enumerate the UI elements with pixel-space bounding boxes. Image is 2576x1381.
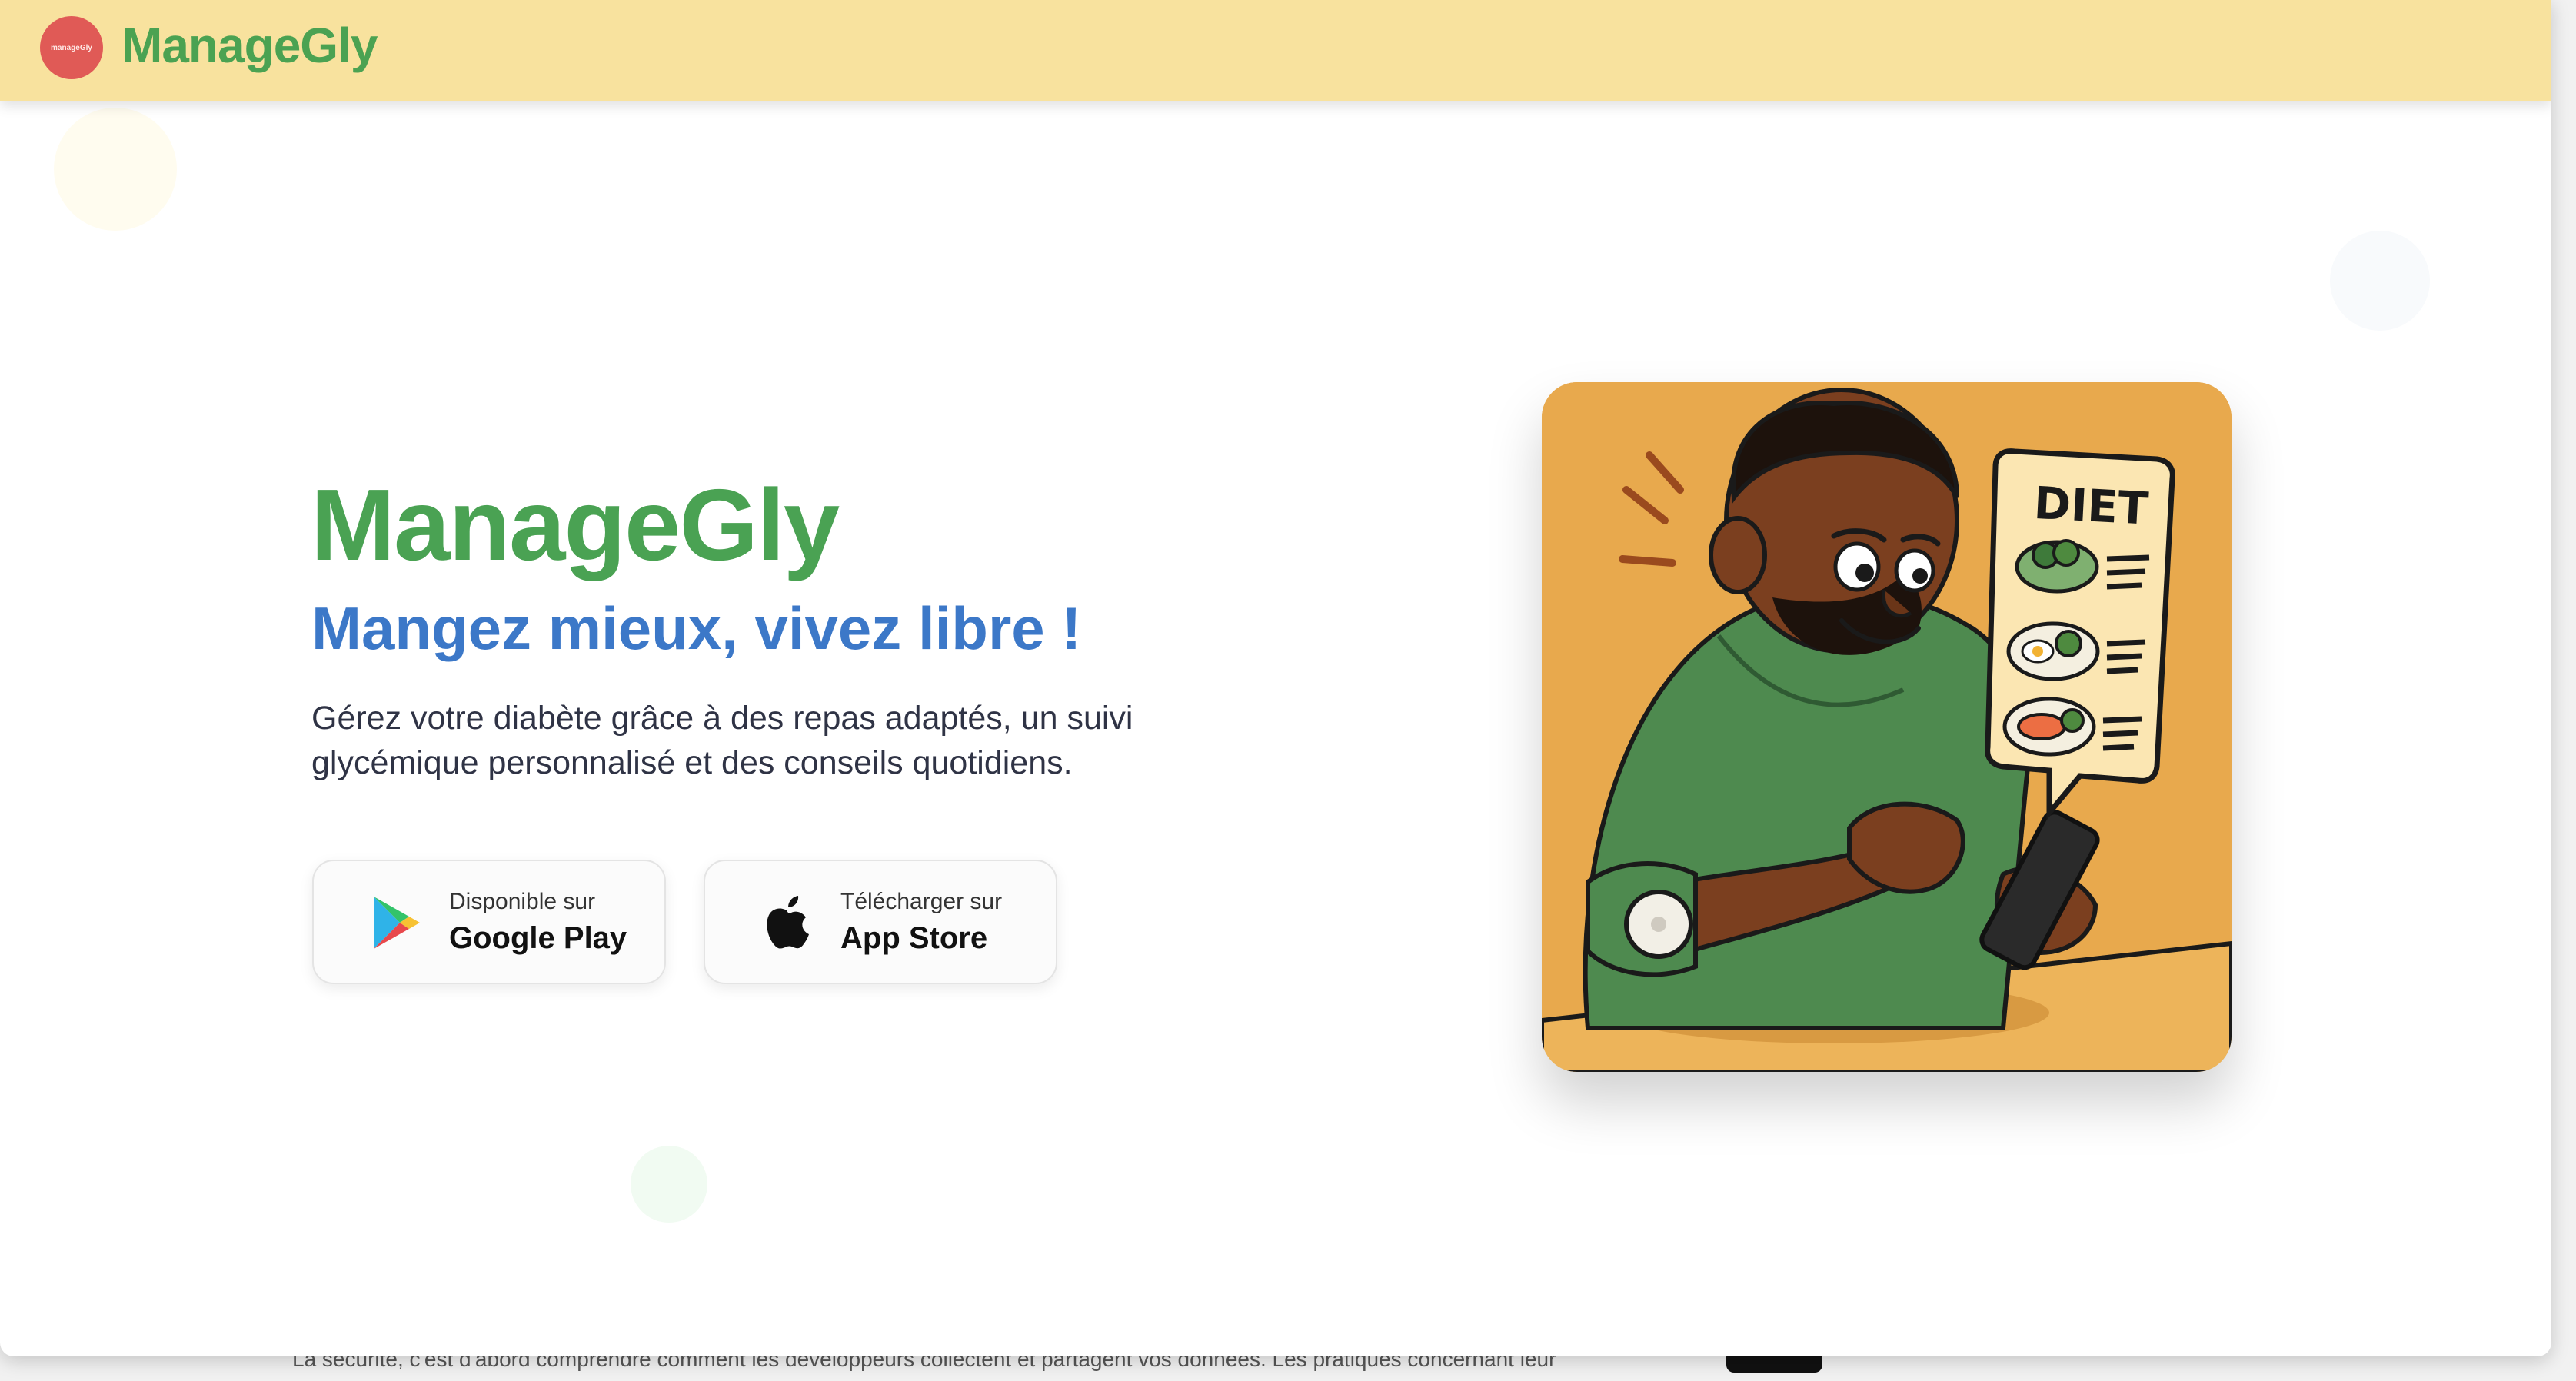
app-store-small-label: Télécharger sur <box>840 889 1003 914</box>
google-play-small-label: Disponible sur <box>449 889 596 914</box>
logo-icon[interactable]: manageGly <box>40 16 103 79</box>
app-store-label: App Store <box>840 921 988 955</box>
top-navbar: manageGly ManageGly <box>0 0 2551 101</box>
decorative-bubble <box>54 108 177 231</box>
man-with-phone-illustration: DIET <box>1542 382 2232 1072</box>
google-play-button[interactable]: Disponible sur Google Play <box>312 860 666 984</box>
hero-title: ManageGly <box>311 468 840 581</box>
hero-description: Gérez votre diabète grâce à des repas ad… <box>311 700 1133 781</box>
hero-illustration: DIET <box>1542 382 2232 1072</box>
decorative-bubble <box>2330 231 2430 331</box>
decorative-bubble <box>631 1146 707 1223</box>
nav-brand-name[interactable]: ManageGly <box>121 17 378 74</box>
hero-subtitle: Mangez mieux, vivez libre ! <box>311 594 1082 662</box>
app-store-button[interactable]: Télécharger sur App Store <box>704 860 1057 984</box>
google-play-label: Google Play <box>449 921 627 955</box>
diet-sign-text: DIET <box>2032 477 2150 535</box>
google-play-icon <box>374 897 420 949</box>
app-window: manageGly ManageGly ManageGly Mangez mie… <box>0 0 2551 1356</box>
apple-icon <box>767 896 809 949</box>
